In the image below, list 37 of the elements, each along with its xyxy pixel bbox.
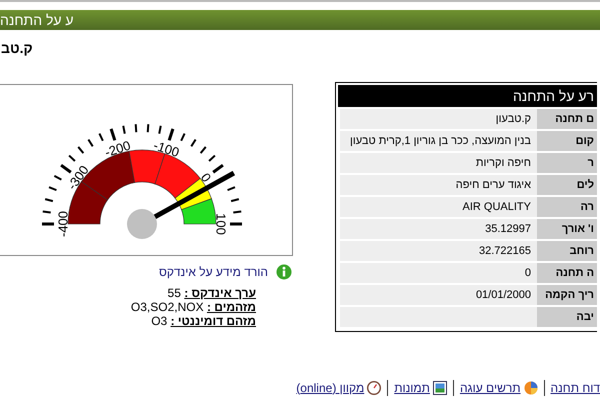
table-value-cell: ק.טבעון (338, 109, 537, 129)
table-label-cell: ם תחנה (537, 109, 597, 129)
gauge-tick-label: -100 (152, 138, 182, 160)
station-name: ק.טב (0, 40, 33, 56)
picture-icon (432, 381, 447, 395)
table-value-cell: 32.722165 (338, 241, 537, 261)
table-value-cell: בנין המועצה, ככר בן גוריון 1,קרית טבעון (338, 131, 537, 151)
pie-chart-icon (524, 381, 538, 395)
download-index-link[interactable]: הורד מידע על אינדקס (158, 265, 268, 279)
table-label-cell: ה תחנה (537, 263, 597, 283)
table-value-cell: חיפה וקריות (338, 153, 537, 173)
info-icon (276, 264, 292, 280)
footer-link[interactable]: תמונות (394, 381, 430, 395)
table-label-cell: ו' אורך (537, 219, 597, 239)
table-label-cell: קום (537, 131, 597, 151)
table-value-cell: 0 (338, 263, 537, 283)
table-label-cell: יבה (537, 307, 597, 327)
gauge-tick-label: 0 (198, 170, 214, 185)
table-value-cell: 01/01/2000 (338, 285, 537, 305)
footer-link[interactable]: תרשים עוגה (460, 381, 521, 395)
gauge-tick-label: -400 (55, 210, 70, 238)
footer-link[interactable]: דוח תחנה (550, 381, 600, 395)
table-value-cell: 35.12997 (338, 219, 537, 239)
table-value-cell: איגוד ערים חיפה (338, 175, 537, 195)
table-title: רע על התחנה (338, 85, 597, 107)
clock-icon (367, 381, 382, 395)
table-label-cell: לים (537, 175, 597, 195)
table-label-cell: ריך הקמה (537, 285, 597, 305)
table-label-cell: ר (537, 153, 597, 173)
gauge-hub (127, 209, 157, 239)
gauge-tick-label: -200 (102, 138, 132, 160)
table-value-cell: AIR QUALITY (338, 197, 537, 217)
table-label-cell: רוחב (537, 241, 597, 261)
footer-link[interactable]: מקוון (online) (296, 381, 364, 395)
table-label-cell: רה (537, 197, 597, 217)
gauge-tick-label: 100 (214, 213, 229, 235)
page-title: ע על התחנה (0, 12, 74, 28)
